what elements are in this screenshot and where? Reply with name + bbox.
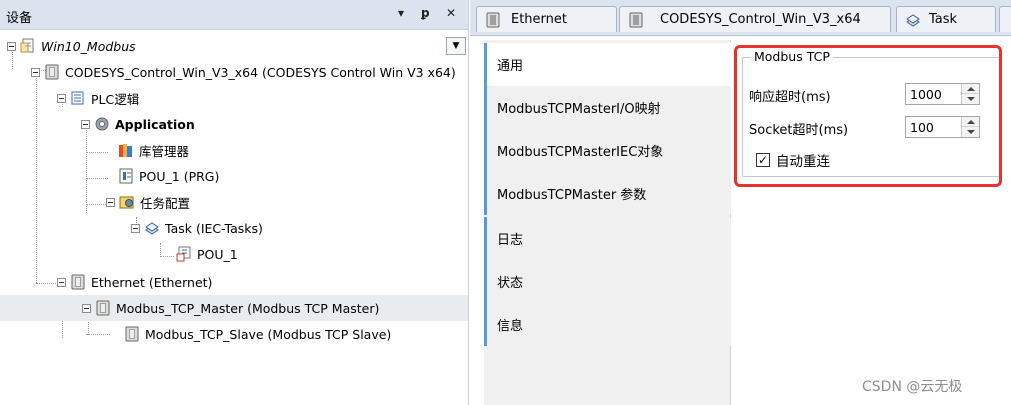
tree-item-application[interactable]: Application (81, 111, 195, 137)
nav-iec-objects[interactable]: ModbusTCPMasterIEC对象 (484, 129, 731, 172)
nav-io-mapping[interactable]: ModbusTCPMasterI/O映射 (484, 86, 731, 129)
tree-label: Ethernet (Ethernet) (91, 274, 213, 290)
tree-item-task[interactable]: Task (IEC-Tasks) (131, 215, 263, 241)
project-icon (20, 38, 34, 53)
collapse-icon[interactable] (81, 119, 90, 129)
tree-item-pou-prg[interactable]: POU_1 (PRG) (118, 163, 219, 189)
library-icon (119, 144, 132, 157)
panel-menu-icon[interactable]: ▾ (398, 6, 404, 20)
nav-label: ModbusTCPMaster 参数 (497, 188, 647, 203)
collapse-icon[interactable] (131, 223, 140, 233)
tree-label: Modbus_TCP_Slave (Modbus TCP Slave) (145, 326, 392, 342)
device-icon (71, 274, 85, 290)
nav-status[interactable]: 状态 (484, 260, 731, 303)
tree-label: POU_1 (197, 246, 238, 262)
tree-label: 任务配置 (140, 195, 191, 211)
tab-label: CODESYS_Control_Win_V3_x64 (660, 12, 861, 27)
tree-item-modbus-master[interactable]: Modbus_TCP_Master (Modbus TCP Master) (0, 295, 468, 321)
device-icon (96, 300, 110, 316)
nav-parameters[interactable]: ModbusTCPMaster 参数 (484, 172, 731, 215)
device-icon (486, 12, 500, 27)
tab-task[interactable]: Task (896, 6, 996, 32)
collapse-icon[interactable] (57, 277, 66, 287)
collapse-icon[interactable] (57, 93, 66, 103)
collapse-icon[interactable] (7, 41, 16, 51)
tree-item-plc-logic[interactable]: PLC逻辑 (57, 85, 139, 111)
task-icon (145, 222, 159, 235)
device-tree: Win10_Modbus ▼ CODESYS_Control_Win_V3_x6… (0, 31, 468, 405)
tree-item-ethernet[interactable]: Ethernet (Ethernet) (57, 269, 212, 295)
tab-label: Task (929, 12, 958, 27)
tree-label: Task (IEC-Tasks) (165, 220, 263, 236)
tab-codesys-control[interactable]: CODESYS_Control_Win_V3_x64 (619, 6, 891, 32)
nav-label: 日志 (497, 233, 524, 248)
tab-ethernet[interactable]: Ethernet (476, 6, 617, 32)
tree-item-pou-call[interactable]: POU_1 (176, 241, 238, 267)
nav-general[interactable]: 通用 (484, 43, 731, 86)
gear-icon (95, 117, 109, 131)
device-panel-header: 设备 ▾ ꝑ ✕ (0, 0, 468, 30)
tree-label: Application (115, 116, 195, 132)
device-panel-title: 设备 (6, 11, 33, 26)
tree-label: CODESYS_Control_Win_V3_x64 (CODESYS Cont… (65, 64, 456, 80)
tree-label: 库管理器 (139, 143, 190, 159)
tree-label: Modbus_TCP_Master (Modbus TCP Master) (116, 300, 380, 316)
document-tab-strip: Ethernet CODESYS_Control_Win_V3_x64 Task (470, 0, 1011, 36)
nav-information[interactable]: 信息 (484, 303, 731, 346)
device-icon (125, 326, 139, 342)
collapse-icon[interactable] (31, 67, 40, 77)
nav-label: ModbusTCPMasterIEC对象 (497, 145, 664, 160)
annotation-highlight-box (734, 45, 1002, 187)
device-icon (629, 12, 643, 27)
collapse-icon[interactable] (106, 197, 115, 207)
tree-item-task-config[interactable]: 任务配置 (106, 189, 190, 215)
tab-overflow[interactable] (999, 6, 1011, 32)
tab-label: Ethernet (511, 12, 567, 27)
tree-dropdown-icon[interactable]: ▼ (446, 37, 466, 55)
nav-label: 通用 (497, 59, 524, 74)
nav-log[interactable]: 日志 (484, 217, 731, 260)
device-icon (45, 64, 59, 80)
nav-label: 状态 (497, 276, 524, 291)
device-panel: 设备 ▾ ꝑ ✕ Win10_Modbus ▼ CODESYS_Control_… (0, 0, 469, 405)
tree-label: POU_1 (PRG) (139, 168, 220, 184)
pin-icon[interactable]: ꝑ (421, 6, 430, 20)
nav-label: 信息 (497, 319, 524, 334)
pou-icon (119, 168, 133, 184)
tree-label: Win10_Modbus (41, 38, 136, 54)
nav-label: ModbusTCPMasterI/O映射 (497, 102, 661, 117)
tree-label: PLC逻辑 (91, 91, 140, 107)
tree-item-root[interactable]: Win10_Modbus (7, 33, 136, 59)
plc-logic-icon (71, 91, 84, 105)
watermark: CSDN @云无极 (862, 379, 963, 395)
config-side-nav: 通用 ModbusTCPMasterI/O映射 ModbusTCPMasterI… (484, 40, 731, 405)
task-config-icon (119, 196, 134, 209)
tree-item-modbus-slave[interactable]: Modbus_TCP_Slave (Modbus TCP Slave) (124, 321, 391, 347)
task-icon (906, 13, 920, 27)
tree-item-library-manager[interactable]: 库管理器 (118, 137, 189, 163)
close-icon[interactable]: ✕ (446, 6, 456, 20)
collapse-icon[interactable] (82, 303, 91, 313)
tree-item-device[interactable]: CODESYS_Control_Win_V3_x64 (CODESYS Cont… (31, 59, 456, 85)
program-call-icon (176, 246, 191, 262)
